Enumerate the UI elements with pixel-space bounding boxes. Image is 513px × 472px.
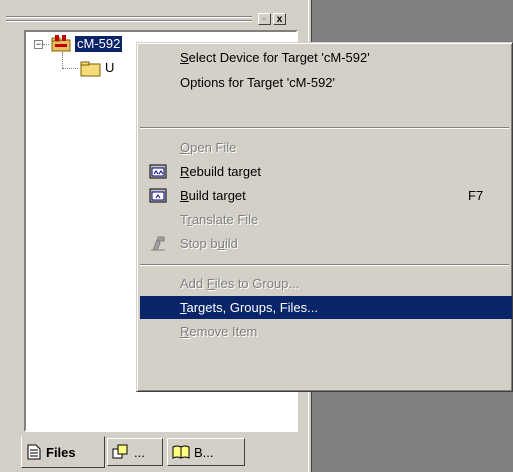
menu-separator (140, 264, 509, 266)
menu-separator (140, 127, 509, 129)
file-icon (27, 444, 41, 460)
collapse-icon[interactable]: − (34, 40, 43, 49)
menu-item-open-file[interactable]: Open File (140, 136, 512, 159)
tab-regs[interactable]: ... (107, 438, 163, 466)
menu-item-rebuild-target[interactable]: Rebuild target (140, 160, 512, 183)
close-icon[interactable]: x (273, 13, 286, 25)
tab-files[interactable]: Files (21, 436, 105, 468)
registers-icon (112, 444, 128, 459)
tree-connector-child (62, 68, 78, 69)
tree-item-group[interactable]: U (105, 60, 114, 76)
menu-item-options-target[interactable]: Options for Target 'cM-592' (140, 71, 512, 94)
tab-books[interactable]: B... (167, 438, 245, 466)
tab-files-label: Files (46, 444, 76, 460)
menu-item-build-target[interactable]: Build target F7 (140, 184, 512, 207)
toolbar-grip[interactable] (6, 16, 252, 18)
tab-books-label: B... (194, 444, 214, 460)
menu-item-select-device[interactable]: Select Device for Target 'cM-592' (140, 46, 512, 69)
toolbar-grip-lower[interactable] (6, 20, 252, 22)
book-icon (172, 445, 190, 459)
build-shortcut: F7 (468, 188, 484, 203)
tree-connector-vertical (62, 52, 63, 68)
target-folder-icon (51, 35, 71, 52)
tree-connector (43, 44, 49, 45)
context-menu: Select Device for Target 'cM-592' Option… (136, 42, 513, 392)
menu-item-translate-file[interactable]: Translate File (140, 208, 512, 231)
menu-item-targets-groups-files[interactable]: Targets, Groups, Files... (140, 296, 512, 319)
tab-regs-label: ... (134, 444, 145, 460)
rebuild-icon (149, 164, 167, 179)
folder-icon (80, 61, 101, 77)
build-icon (149, 188, 167, 203)
tree-item-target[interactable]: cM-592 (73, 35, 124, 53)
menu-item-stop-build[interactable]: Stop build (140, 232, 512, 255)
menu-item-remove-item[interactable]: Remove Item (140, 320, 512, 343)
menu-item-add-files[interactable]: Add Files to Group... (140, 272, 512, 295)
stop-build-icon (151, 236, 165, 251)
restore-icon[interactable]: ▫ (258, 13, 271, 25)
